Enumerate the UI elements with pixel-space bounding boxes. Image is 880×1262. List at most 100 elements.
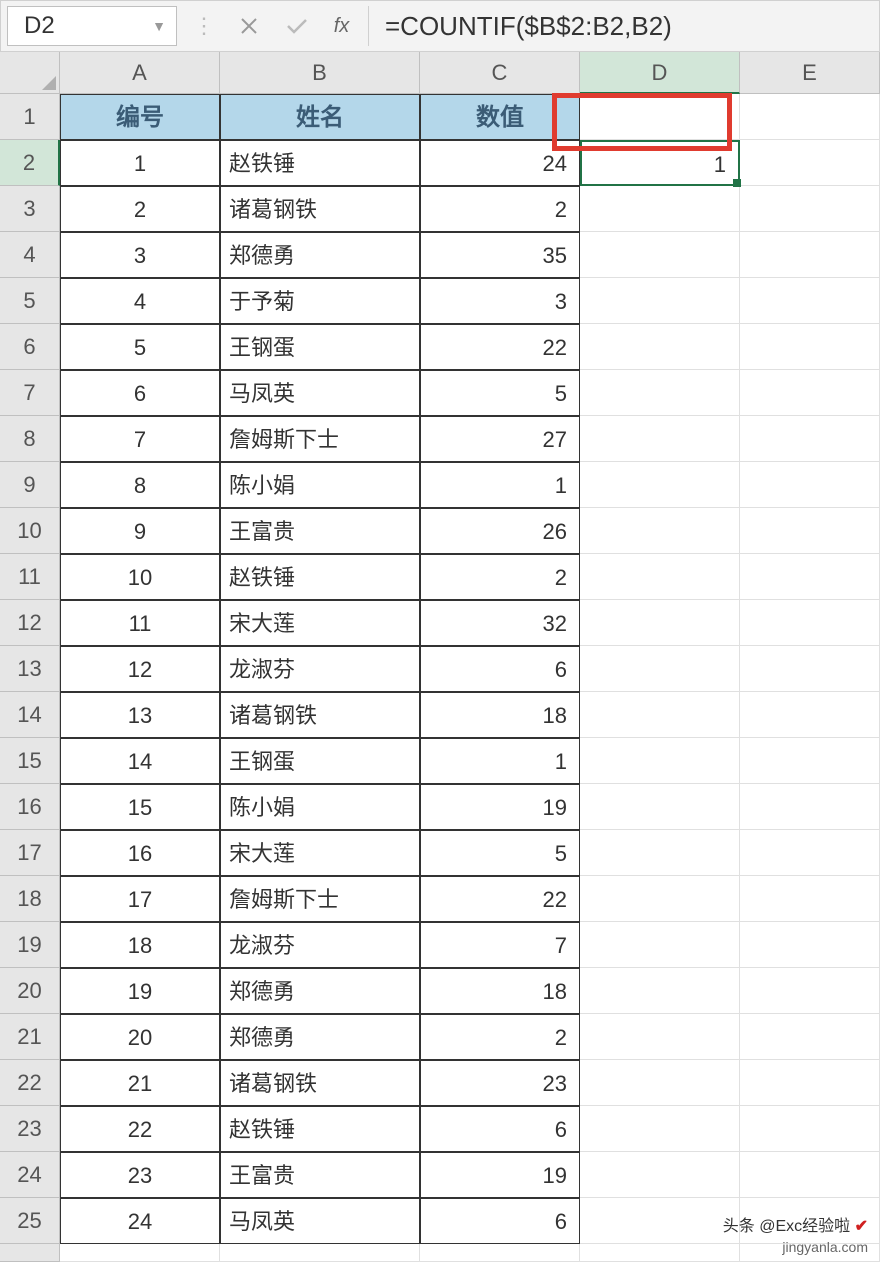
fx-icon[interactable]: fx: [321, 6, 369, 46]
selected-cell[interactable]: 1: [580, 140, 740, 186]
row-header[interactable]: 19: [0, 922, 60, 968]
cell-name[interactable]: 詹姆斯下士: [220, 876, 420, 922]
select-all-corner[interactable]: [0, 52, 60, 94]
cell-value[interactable]: 7: [420, 922, 580, 968]
cell-value[interactable]: 32: [420, 600, 580, 646]
row-header[interactable]: 24: [0, 1152, 60, 1198]
cell[interactable]: [580, 186, 740, 232]
row-header[interactable]: 16: [0, 784, 60, 830]
cell[interactable]: [580, 600, 740, 646]
cell-name[interactable]: 郑德勇: [220, 968, 420, 1014]
cell-name[interactable]: 赵铁锤: [220, 554, 420, 600]
column-header-D[interactable]: D: [580, 52, 740, 94]
cell-id[interactable]: 5: [60, 324, 220, 370]
row-header[interactable]: 5: [0, 278, 60, 324]
cell[interactable]: [580, 968, 740, 1014]
cell[interactable]: [740, 692, 880, 738]
column-header-E[interactable]: E: [740, 52, 880, 94]
cell-name[interactable]: 于予菊: [220, 278, 420, 324]
cell-value[interactable]: 2: [420, 186, 580, 232]
row-header[interactable]: 4: [0, 232, 60, 278]
cell[interactable]: [580, 784, 740, 830]
cell-id[interactable]: 6: [60, 370, 220, 416]
cell[interactable]: [580, 830, 740, 876]
spreadsheet-grid[interactable]: ABCDE1编号姓名数值21赵铁锤24132诸葛钢铁243郑德勇3554于予菊3…: [0, 52, 880, 1262]
cell[interactable]: [580, 94, 740, 140]
cell[interactable]: [740, 646, 880, 692]
cell-id[interactable]: 4: [60, 278, 220, 324]
row-header[interactable]: 10: [0, 508, 60, 554]
cell[interactable]: [740, 186, 880, 232]
cell[interactable]: [580, 692, 740, 738]
cell[interactable]: [580, 416, 740, 462]
cell-name[interactable]: 郑德勇: [220, 232, 420, 278]
cell-id[interactable]: 22: [60, 1106, 220, 1152]
cell-value[interactable]: 2: [420, 554, 580, 600]
cell[interactable]: [580, 1152, 740, 1198]
row-header[interactable]: 13: [0, 646, 60, 692]
cell-value[interactable]: 23: [420, 1060, 580, 1106]
cell-value[interactable]: 24: [420, 140, 580, 186]
cell-id[interactable]: 2: [60, 186, 220, 232]
cell[interactable]: [580, 462, 740, 508]
cell[interactable]: [740, 1060, 880, 1106]
cell-id[interactable]: 15: [60, 784, 220, 830]
row-header[interactable]: 22: [0, 1060, 60, 1106]
cell[interactable]: [740, 1014, 880, 1060]
cell[interactable]: [740, 324, 880, 370]
cell[interactable]: [740, 462, 880, 508]
cell[interactable]: [740, 968, 880, 1014]
cell[interactable]: [580, 1106, 740, 1152]
cell-name[interactable]: 詹姆斯下士: [220, 416, 420, 462]
cell-id[interactable]: 11: [60, 600, 220, 646]
cell[interactable]: [740, 232, 880, 278]
cell-id[interactable]: 14: [60, 738, 220, 784]
header-col1[interactable]: 编号: [60, 94, 220, 140]
cell[interactable]: [580, 922, 740, 968]
cell-id[interactable]: 20: [60, 1014, 220, 1060]
row-header[interactable]: 9: [0, 462, 60, 508]
cell[interactable]: [580, 278, 740, 324]
cell-value[interactable]: 27: [420, 416, 580, 462]
cell-name[interactable]: 马凤英: [220, 1198, 420, 1244]
row-header[interactable]: 17: [0, 830, 60, 876]
cell[interactable]: [740, 370, 880, 416]
row-header[interactable]: 12: [0, 600, 60, 646]
header-col2[interactable]: 姓名: [220, 94, 420, 140]
column-header-C[interactable]: C: [420, 52, 580, 94]
cell-name[interactable]: 郑德勇: [220, 1014, 420, 1060]
cell[interactable]: [740, 922, 880, 968]
cell-value[interactable]: 3: [420, 278, 580, 324]
cell-name[interactable]: 王钢蛋: [220, 738, 420, 784]
cell[interactable]: [60, 1244, 220, 1262]
row-header[interactable]: 3: [0, 186, 60, 232]
cell-value[interactable]: 35: [420, 232, 580, 278]
formula-input[interactable]: =COUNTIF($B$2:B2,B2): [369, 11, 879, 42]
cell[interactable]: [580, 646, 740, 692]
cell-id[interactable]: 8: [60, 462, 220, 508]
row-header[interactable]: 11: [0, 554, 60, 600]
cell-value[interactable]: 6: [420, 646, 580, 692]
row-header[interactable]: 7: [0, 370, 60, 416]
cell-name[interactable]: 宋大莲: [220, 600, 420, 646]
cell-id[interactable]: 7: [60, 416, 220, 462]
row-header[interactable]: 6: [0, 324, 60, 370]
cell[interactable]: [740, 600, 880, 646]
cell-id[interactable]: 24: [60, 1198, 220, 1244]
cell[interactable]: [580, 876, 740, 922]
row-header[interactable]: 1: [0, 94, 60, 140]
cell-value[interactable]: 2: [420, 1014, 580, 1060]
cell-id[interactable]: 3: [60, 232, 220, 278]
enter-icon[interactable]: [273, 6, 321, 46]
row-header[interactable]: 14: [0, 692, 60, 738]
cell-name[interactable]: 马凤英: [220, 370, 420, 416]
cell[interactable]: [580, 1060, 740, 1106]
dropdown-icon[interactable]: ▼: [152, 18, 166, 34]
cell-value[interactable]: 18: [420, 692, 580, 738]
cell[interactable]: [580, 1014, 740, 1060]
cell-name[interactable]: 陈小娟: [220, 784, 420, 830]
cell-id[interactable]: 13: [60, 692, 220, 738]
header-col3[interactable]: 数值: [420, 94, 580, 140]
cell-name[interactable]: 陈小娟: [220, 462, 420, 508]
cell-name[interactable]: 王富贵: [220, 508, 420, 554]
